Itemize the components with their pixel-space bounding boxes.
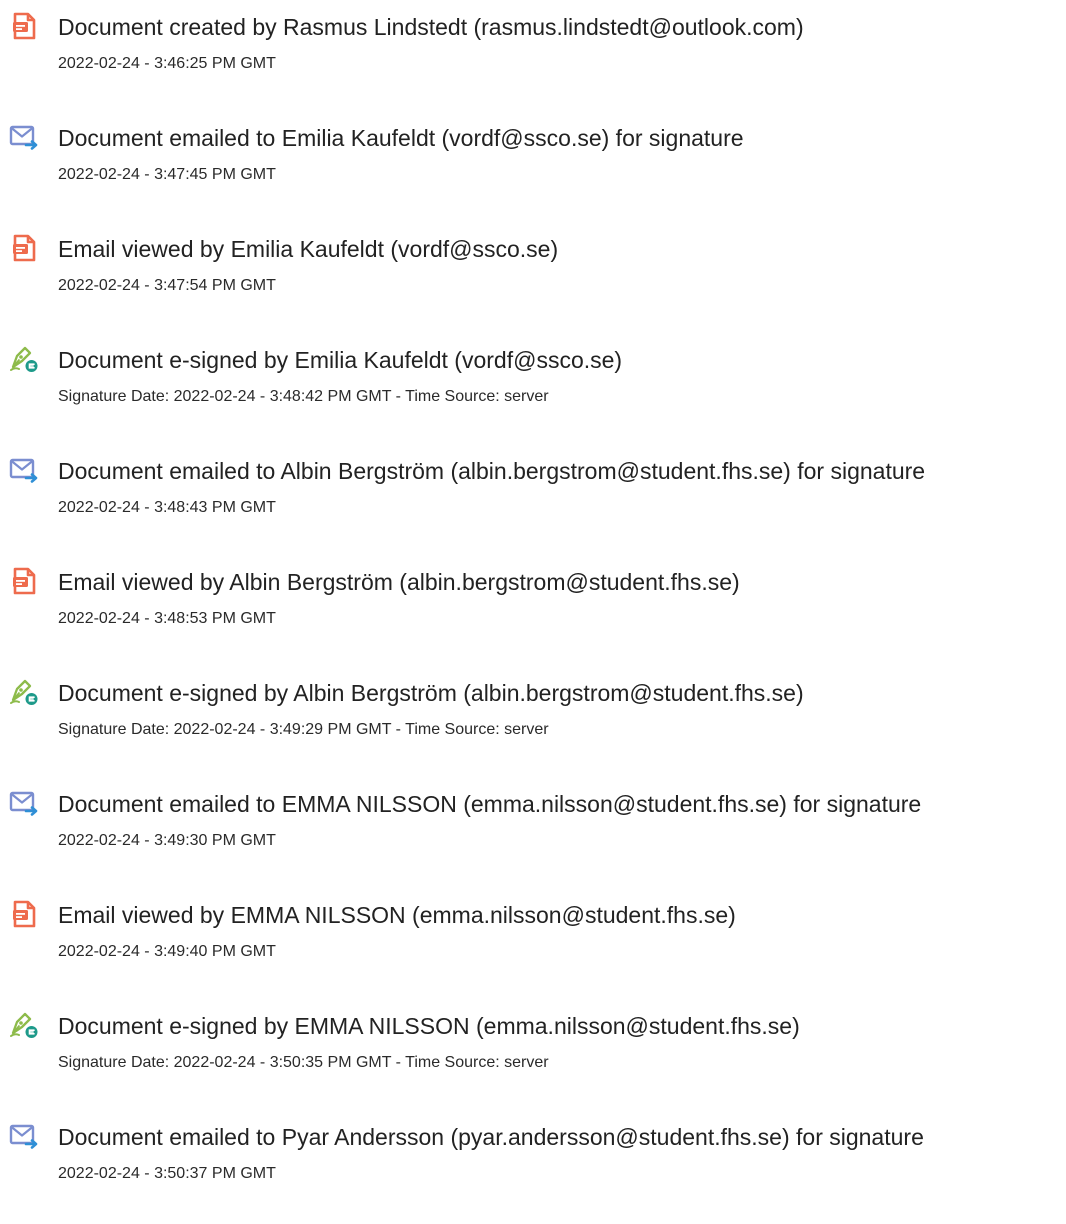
audit-event: Email viewed by EMMA NILSSON (emma.nilss… xyxy=(0,888,1066,999)
document-icon xyxy=(8,10,40,42)
event-timestamp: 2022-02-24 - 3:49:40 PM GMT xyxy=(58,943,276,960)
event-signature-date: Signature Date: 2022-02-24 - 3:50:35 PM … xyxy=(58,1054,549,1071)
audit-event: Document e-signed by EMMA NILSSON (emma.… xyxy=(0,999,1066,1110)
document-icon xyxy=(8,232,40,264)
event-timestamp: 2022-02-24 - 3:48:43 PM GMT xyxy=(58,499,276,516)
audit-event: Document emailed to Emilia Kaufeldt (vor… xyxy=(0,111,1066,222)
document-icon xyxy=(8,565,40,597)
event-title: Document e-signed by EMMA NILSSON (emma.… xyxy=(58,1013,800,1039)
event-title: Email viewed by Albin Bergström (albin.b… xyxy=(58,569,740,595)
email-sent-icon xyxy=(8,121,40,153)
audit-event: Email viewed by Emilia Kaufeldt (vordf@s… xyxy=(0,222,1066,333)
event-title: Document emailed to Albin Bergström (alb… xyxy=(58,458,926,484)
event-title: Document created by Rasmus Lindstedt (ra… xyxy=(58,14,804,40)
email-sent-icon xyxy=(8,454,40,486)
audit-trail-list: Document created by Rasmus Lindstedt (ra… xyxy=(0,0,1066,1221)
e-sign-icon xyxy=(8,676,40,708)
email-sent-icon xyxy=(8,787,40,819)
event-title: Email viewed by EMMA NILSSON (emma.nilss… xyxy=(58,902,736,928)
e-sign-icon xyxy=(8,343,40,375)
email-sent-icon xyxy=(8,1120,40,1152)
event-title: Document emailed to Pyar Andersson (pyar… xyxy=(58,1124,924,1150)
audit-event: Document emailed to Albin Bergström (alb… xyxy=(0,444,1066,555)
audit-event: Document emailed to Pyar Andersson (pyar… xyxy=(0,1110,1066,1221)
event-timestamp: 2022-02-24 - 3:47:45 PM GMT xyxy=(58,166,276,183)
event-timestamp: 2022-02-24 - 3:46:25 PM GMT xyxy=(58,55,276,72)
audit-event: Document emailed to EMMA NILSSON (emma.n… xyxy=(0,777,1066,888)
event-title: Email viewed by Emilia Kaufeldt (vordf@s… xyxy=(58,236,559,262)
event-signature-date: Signature Date: 2022-02-24 - 3:49:29 PM … xyxy=(58,721,549,738)
event-timestamp: 2022-02-24 - 3:50:37 PM GMT xyxy=(58,1165,276,1182)
event-timestamp: 2022-02-24 - 3:48:53 PM GMT xyxy=(58,610,276,627)
audit-event: Document created by Rasmus Lindstedt (ra… xyxy=(0,0,1066,111)
event-title: Document e-signed by Emilia Kaufeldt (vo… xyxy=(58,347,623,373)
event-title: Document emailed to EMMA NILSSON (emma.n… xyxy=(58,791,922,817)
event-title: Document emailed to Emilia Kaufeldt (vor… xyxy=(58,125,744,151)
audit-event: Document e-signed by Albin Bergström (al… xyxy=(0,666,1066,777)
event-timestamp: 2022-02-24 - 3:49:30 PM GMT xyxy=(58,832,276,849)
event-signature-date: Signature Date: 2022-02-24 - 3:48:42 PM … xyxy=(58,388,549,405)
e-sign-icon xyxy=(8,1009,40,1041)
event-title: Document e-signed by Albin Bergström (al… xyxy=(58,680,804,706)
document-icon xyxy=(8,898,40,930)
audit-event: Document e-signed by Emilia Kaufeldt (vo… xyxy=(0,333,1066,444)
audit-event: Email viewed by Albin Bergström (albin.b… xyxy=(0,555,1066,666)
event-timestamp: 2022-02-24 - 3:47:54 PM GMT xyxy=(58,277,276,294)
